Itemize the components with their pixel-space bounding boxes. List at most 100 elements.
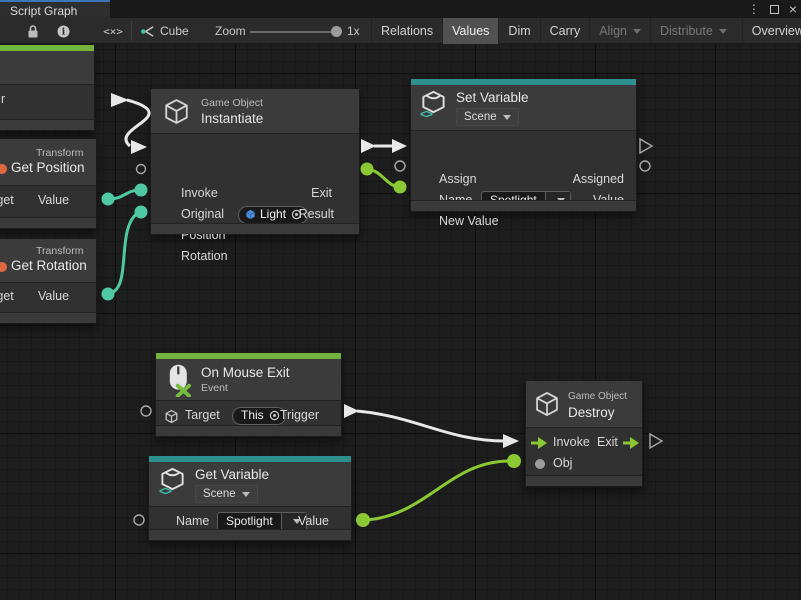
wire-value-to-obj[interactable] <box>363 461 508 520</box>
close-icon[interactable]: × <box>789 4 797 14</box>
target-object-field[interactable]: This <box>232 407 286 425</box>
node-title: On Mouse Exit <box>201 365 290 380</box>
mouse-exit-icon <box>166 363 194 397</box>
port-newvalue-dot[interactable] <box>394 181 407 194</box>
original-result-row: Original Light Result <box>151 204 359 225</box>
port-row: Target Value <box>0 190 96 211</box>
node-on-mouse-exit[interactable]: On Mouse Exit Event Target This Trigger <box>155 352 342 437</box>
port-instantiate-rotation-dot[interactable] <box>135 206 148 219</box>
node-title: Get Rotation <box>11 258 87 273</box>
zoom-slider-track[interactable] <box>250 31 338 33</box>
carry-button[interactable]: Carry <box>540 18 590 44</box>
port-destroy-obj-dot[interactable] <box>507 454 521 468</box>
graph-name: Cube <box>160 24 189 38</box>
wire-trigger-to-invoke[interactable] <box>126 100 149 146</box>
target-object-value: This <box>241 405 264 426</box>
invoke-exit-row: Invoke Exit <box>526 432 642 453</box>
port-destroy-exit-triangle[interactable] <box>650 434 662 448</box>
variable-scope-dropdown[interactable]: Scene <box>456 108 519 126</box>
toolbar-separator <box>131 21 132 41</box>
node-instantiate[interactable]: Game Object Instantiate Invoke Exit Orig… <box>150 88 360 235</box>
invoke-exit-row: Invoke Exit <box>151 183 359 204</box>
game-object-cube-icon <box>162 97 191 126</box>
node-category: Transform <box>36 147 83 159</box>
game-object-cube-icon <box>164 409 179 424</box>
target-port-label: Target <box>0 190 14 211</box>
node-title: Get Position <box>11 160 85 175</box>
port-getvariable-name-circle[interactable] <box>134 515 144 525</box>
tab-bar: Script Graph ⋮ × <box>0 0 801 18</box>
node-title: Instantiate <box>201 111 263 126</box>
zoom-slider-handle[interactable] <box>331 26 342 37</box>
port-exit-out-arrow[interactable] <box>361 139 376 153</box>
variable-name-value: Spotlight <box>218 513 281 531</box>
window-controls: ⋮ × <box>748 0 797 18</box>
obj-port-dot-icon[interactable] <box>535 459 545 469</box>
original-object-value: Light <box>260 204 286 225</box>
node-title: Get Variable <box>195 467 269 482</box>
wire-trigger-to-destroy[interactable] <box>357 411 505 441</box>
node-get-rotation[interactable]: Transform Get Rotation Target Value <box>0 238 97 324</box>
node-footer <box>0 312 96 323</box>
new-value-port-label: New Value <box>439 211 499 232</box>
node-title: Destroy <box>568 405 615 420</box>
invoke-port-label: Invoke <box>181 183 218 204</box>
port-trigger-out-arrow[interactable] <box>344 404 359 418</box>
graph-toolbar: i <×> Cube Zoom 1x Relations Values Dim … <box>0 18 801 44</box>
lock-icon[interactable] <box>22 18 44 44</box>
port-instantiate-position-dot[interactable] <box>135 184 148 197</box>
flow-in-arrow-icon[interactable] <box>531 437 547 449</box>
wire-rotation[interactable] <box>108 212 139 294</box>
port-setvariable-name-circle[interactable] <box>395 161 405 171</box>
node-destroy[interactable]: Game Object Destroy Invoke Exit Obj <box>525 380 643 487</box>
new-value-row: New Value <box>411 211 636 232</box>
info-icon[interactable]: i <box>52 18 74 44</box>
align-dropdown[interactable]: Align <box>589 18 650 44</box>
port-setvariable-value-circle[interactable] <box>640 161 650 171</box>
wire-position[interactable] <box>108 190 139 199</box>
port-assign-in-arrow[interactable] <box>392 139 407 153</box>
port-original-circle[interactable] <box>137 165 146 174</box>
overview-button[interactable]: Overview <box>742 18 801 44</box>
port-getvariable-value-dot[interactable] <box>356 513 370 527</box>
graph-breadcrumb[interactable]: Cube <box>140 18 189 44</box>
tab-title: Script Graph <box>10 4 77 18</box>
tab-script-graph[interactable]: Script Graph <box>0 0 110 18</box>
variable-scope-dropdown[interactable]: Scene <box>195 485 258 503</box>
node-footer <box>0 217 96 228</box>
node-event-stub[interactable]: r <box>0 44 95 131</box>
graph-canvas[interactable]: r Transform Get Position Target Value Tr… <box>0 44 801 600</box>
dim-button[interactable]: Dim <box>498 18 539 44</box>
port-getrotation-value-dot[interactable] <box>102 288 115 301</box>
node-footer <box>411 200 636 211</box>
port-result-dot[interactable] <box>361 163 374 176</box>
chevron-down-icon <box>719 29 727 34</box>
port-getposition-value-dot[interactable] <box>102 193 115 206</box>
target-port-label: Target <box>0 286 14 307</box>
window-menu-icon[interactable]: ⋮ <box>748 2 760 16</box>
object-picker-icon[interactable] <box>268 409 281 422</box>
node-get-variable[interactable]: <> Get Variable Scene Name Spotlight Val… <box>148 455 352 541</box>
value-port-label: Value <box>38 190 69 211</box>
maximize-icon[interactable] <box>770 5 779 14</box>
trigger-port-label: Trigger <box>280 405 319 426</box>
assign-port-label: Assign <box>439 169 477 190</box>
relations-button[interactable]: Relations <box>371 18 442 44</box>
node-set-variable[interactable]: <> Set Variable Scene Assign Assigned Na… <box>410 78 637 212</box>
node-header <box>0 51 94 85</box>
values-button[interactable]: Values <box>442 18 498 44</box>
chevron-down-icon <box>503 115 511 120</box>
port-invoke-in-arrow[interactable] <box>131 140 147 154</box>
node-footer <box>526 475 642 486</box>
port-assigned-triangle[interactable] <box>640 139 652 153</box>
wire-result-to-newvalue[interactable] <box>367 169 399 187</box>
node-category: Transform <box>36 245 83 257</box>
port-trigger-out-arrow[interactable] <box>111 93 129 107</box>
port-mouseexit-target-circle[interactable] <box>141 406 151 416</box>
port-destroy-invoke-arrow[interactable] <box>503 434 519 448</box>
distribute-dropdown[interactable]: Distribute <box>650 18 736 44</box>
edit-source-icon[interactable]: <×> <box>98 18 128 44</box>
original-object-field[interactable]: Light <box>238 206 308 224</box>
node-get-position[interactable]: Transform Get Position Target Value <box>0 138 97 229</box>
flow-out-arrow-icon[interactable] <box>623 437 639 449</box>
